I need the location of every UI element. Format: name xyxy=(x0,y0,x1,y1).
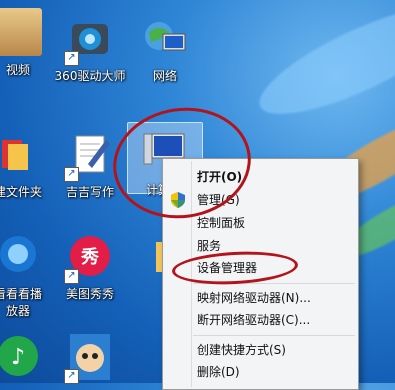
menu-item-create-shortcut[interactable]: 创建快捷方式(S) xyxy=(197,339,286,361)
svg-text:秀: 秀 xyxy=(80,247,99,268)
desktop-icon-network[interactable]: 网络 xyxy=(125,14,205,84)
menu-separator xyxy=(193,335,355,336)
menu-item-device-manager[interactable]: 设备管理器 xyxy=(197,257,257,279)
desktop-icon-label: 360驱动大师 xyxy=(54,69,126,83)
context-menu: 打开(O) 管理(G) 控制面板 服务 设备管理器 映射网络驱动器(N)... … xyxy=(162,158,359,390)
menu-item-control-panel[interactable]: 控制面板 xyxy=(197,212,245,234)
desktop-icon-label: 美图秀秀 xyxy=(65,287,114,301)
network-globe-icon xyxy=(141,14,189,62)
shortcut-arrow-icon: ↗ xyxy=(64,167,79,182)
menu-item-map-network-drive[interactable]: 映射网络驱动器(N)... xyxy=(197,287,311,309)
shortcut-arrow-icon: ↗ xyxy=(64,269,79,284)
shortcut-arrow-icon: ↗ xyxy=(64,369,79,384)
menu-item-services[interactable]: 服务 xyxy=(197,235,221,257)
menu-item-manage[interactable]: 管理(G) xyxy=(197,189,240,211)
360-driver-icon: ↗ xyxy=(64,14,114,66)
notepad-pen-icon: ↗ xyxy=(64,130,114,182)
shortcut-arrow-icon: ↗ xyxy=(64,51,79,66)
desktop-icon-label: 网络 xyxy=(152,69,177,83)
uac-shield-icon xyxy=(171,192,185,208)
desktop-icon-cartoon[interactable]: ↗ xyxy=(50,332,130,384)
menu-item-disconnect-network-drive[interactable]: 断开网络驱动器(C)... xyxy=(197,309,310,331)
desktop-icon-writing[interactable]: ↗ 吉吉写作 xyxy=(50,130,130,200)
wallpaper-streak xyxy=(247,0,395,134)
video-folder-icon xyxy=(0,8,42,56)
menu-item-delete[interactable]: 删除(D) xyxy=(197,361,240,383)
player-icon xyxy=(0,232,42,280)
desktop-icon-label: 放器 xyxy=(5,304,30,318)
cartoon-face-icon: ↗ xyxy=(64,332,114,384)
desktop-icon-label: 吉吉写作 xyxy=(65,185,114,199)
meitu-icon: 秀 ↗ xyxy=(64,232,114,284)
music-note-icon: ♪ xyxy=(0,332,42,380)
desktop: { "desktop": { "icons": [ {"label": "视频"… xyxy=(0,0,395,390)
menu-item-open[interactable]: 打开(O) xyxy=(197,166,242,188)
desktop-icon-meitu[interactable]: 秀 ↗ 美图秀秀 xyxy=(50,232,130,302)
menu-separator xyxy=(193,283,355,284)
folder-icon xyxy=(0,130,42,178)
svg-text:♪: ♪ xyxy=(11,345,25,370)
desktop-icon-360-driver[interactable]: ↗ 360驱动大师 xyxy=(50,14,130,84)
